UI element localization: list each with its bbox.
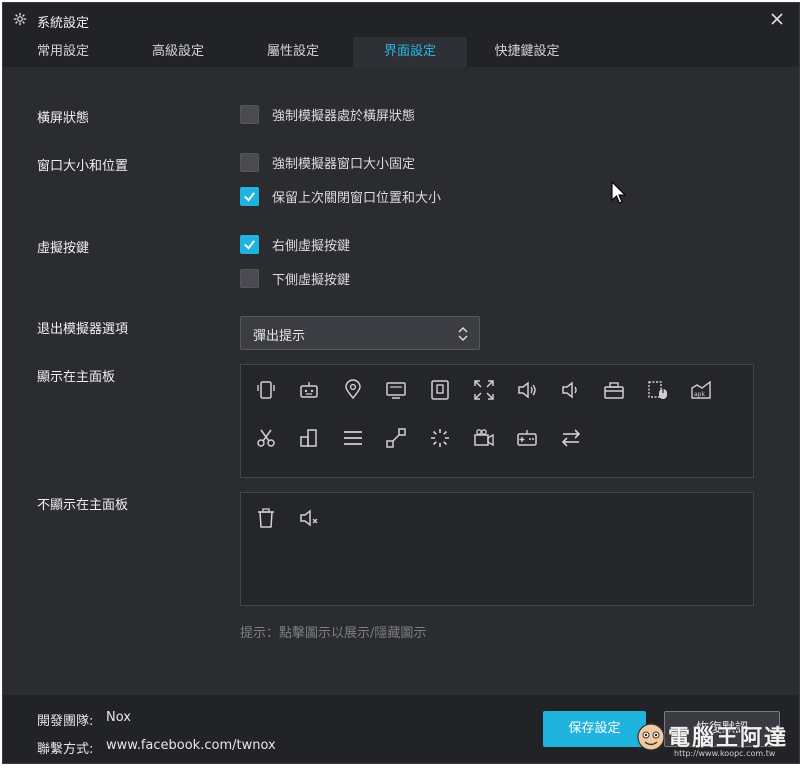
shake-phone-icon[interactable]: [251, 375, 281, 405]
apk-install-icon[interactable]: apk: [686, 375, 716, 405]
fixed-size-option-label: 強制模擬器窗口大小固定: [272, 156, 416, 172]
developer-label: 開發團隊:: [37, 714, 94, 729]
fixed-size-option[interactable]: 強制模擬器窗口大小固定: [240, 152, 415, 172]
footer: 開發團隊: Nox 聯繫方式: www.facebook.com/twnox 保…: [3, 695, 799, 763]
title-bar: 系統設定: [3, 3, 799, 37]
scissors-icon[interactable]: [251, 423, 281, 453]
bottom-keys-option[interactable]: 下側虛擬按鍵: [240, 268, 350, 288]
resize-icon[interactable]: [381, 423, 411, 453]
mute-icon[interactable]: [294, 503, 324, 533]
bottom-keys-checkbox[interactable]: [240, 268, 259, 288]
exit-option-value: 彈出提示: [253, 329, 306, 344]
video-record-icon[interactable]: [469, 423, 499, 453]
multi-instance-icon[interactable]: [294, 423, 324, 453]
restore-default-button[interactable]: 恢復默認: [664, 711, 780, 747]
right-keys-option[interactable]: 右側虛擬按鍵: [240, 234, 350, 254]
hidden-icons-panel: [240, 492, 754, 606]
check-icon: [244, 191, 255, 202]
settings-window: 系統設定 常用設定 高級設定 屬性設定 界面設定 快捷鍵設定 橫屏狀態 強制模擬…: [2, 2, 800, 764]
chevron-updown-icon: [458, 327, 468, 341]
landscape-option-label: 強制模擬器處於橫屏狀態: [272, 108, 416, 124]
location-icon[interactable]: [338, 375, 368, 405]
volume-down-icon[interactable]: [556, 375, 586, 405]
window-title: 系統設定: [37, 16, 90, 31]
save-button[interactable]: 保存設定: [543, 711, 646, 747]
menu-icon[interactable]: [338, 423, 368, 453]
tab-shortcuts[interactable]: 快捷鍵設定: [467, 37, 587, 67]
remember-position-option-label: 保留上次關閉窗口位置和大小: [272, 190, 442, 206]
contact-value: www.facebook.com/twnox: [106, 738, 276, 753]
shown-icons-panel: apk: [240, 364, 754, 478]
loading-icon[interactable]: [425, 423, 455, 453]
settings-content: 橫屏狀態 強制模擬器處於橫屏狀態 窗口大小和位置 強制模擬器窗口大小固定 保留上…: [3, 67, 799, 695]
landscape-checkbox[interactable]: [240, 104, 259, 124]
right-keys-option-label: 右側虛擬按鍵: [272, 238, 351, 254]
tab-bar: 常用設定 高級設定 屬性設定 界面設定 快捷鍵設定: [3, 37, 799, 67]
tab-properties[interactable]: 屬性設定: [233, 37, 353, 67]
fixed-size-checkbox[interactable]: [240, 152, 259, 172]
keyboard-mouse-icon[interactable]: [643, 375, 673, 405]
remember-position-option[interactable]: 保留上次關閉窗口位置和大小: [240, 186, 441, 206]
tab-advanced[interactable]: 高級設定: [123, 37, 233, 67]
toolbox-icon[interactable]: [599, 375, 629, 405]
check-icon: [244, 239, 255, 250]
remember-position-checkbox[interactable]: [240, 186, 259, 206]
close-button[interactable]: [767, 9, 787, 29]
contact-label: 聯繫方式:: [37, 742, 94, 757]
gear-icon: [13, 12, 27, 26]
tab-interface[interactable]: 界面設定: [353, 37, 467, 67]
close-icon: [771, 13, 783, 25]
backup-icon[interactable]: [425, 375, 455, 405]
screen-icon[interactable]: [381, 375, 411, 405]
hint-text: 提示：點擊圖示以展示/隱藏圖示: [240, 626, 427, 641]
trash-icon[interactable]: [251, 503, 281, 533]
landscape-label: 橫屏狀態: [37, 111, 90, 126]
tab-general[interactable]: 常用設定: [3, 37, 123, 67]
landscape-option[interactable]: 強制模擬器處於橫屏狀態: [240, 104, 415, 124]
right-keys-checkbox[interactable]: [240, 234, 259, 254]
developer-value: Nox: [106, 710, 131, 725]
volume-up-icon[interactable]: [512, 375, 542, 405]
window-size-label: 窗口大小和位置: [37, 159, 129, 174]
hidden-panel-label: 不顯示在主面板: [37, 498, 129, 513]
svg-text:apk: apk: [694, 391, 705, 398]
gamepad-icon[interactable]: [512, 423, 542, 453]
exit-option-select[interactable]: 彈出提示: [240, 316, 480, 350]
bottom-keys-option-label: 下側虛擬按鍵: [272, 272, 351, 288]
virtual-keys-label: 虛擬按鍵: [37, 241, 90, 256]
robot-icon[interactable]: [294, 375, 324, 405]
mouse-cursor-icon: [611, 181, 627, 204]
shown-panel-label: 顯示在主面板: [37, 370, 116, 385]
sync-icon[interactable]: [556, 423, 586, 453]
fullscreen-icon[interactable]: [469, 375, 499, 405]
exit-option-label: 退出模擬器選項: [37, 322, 129, 337]
